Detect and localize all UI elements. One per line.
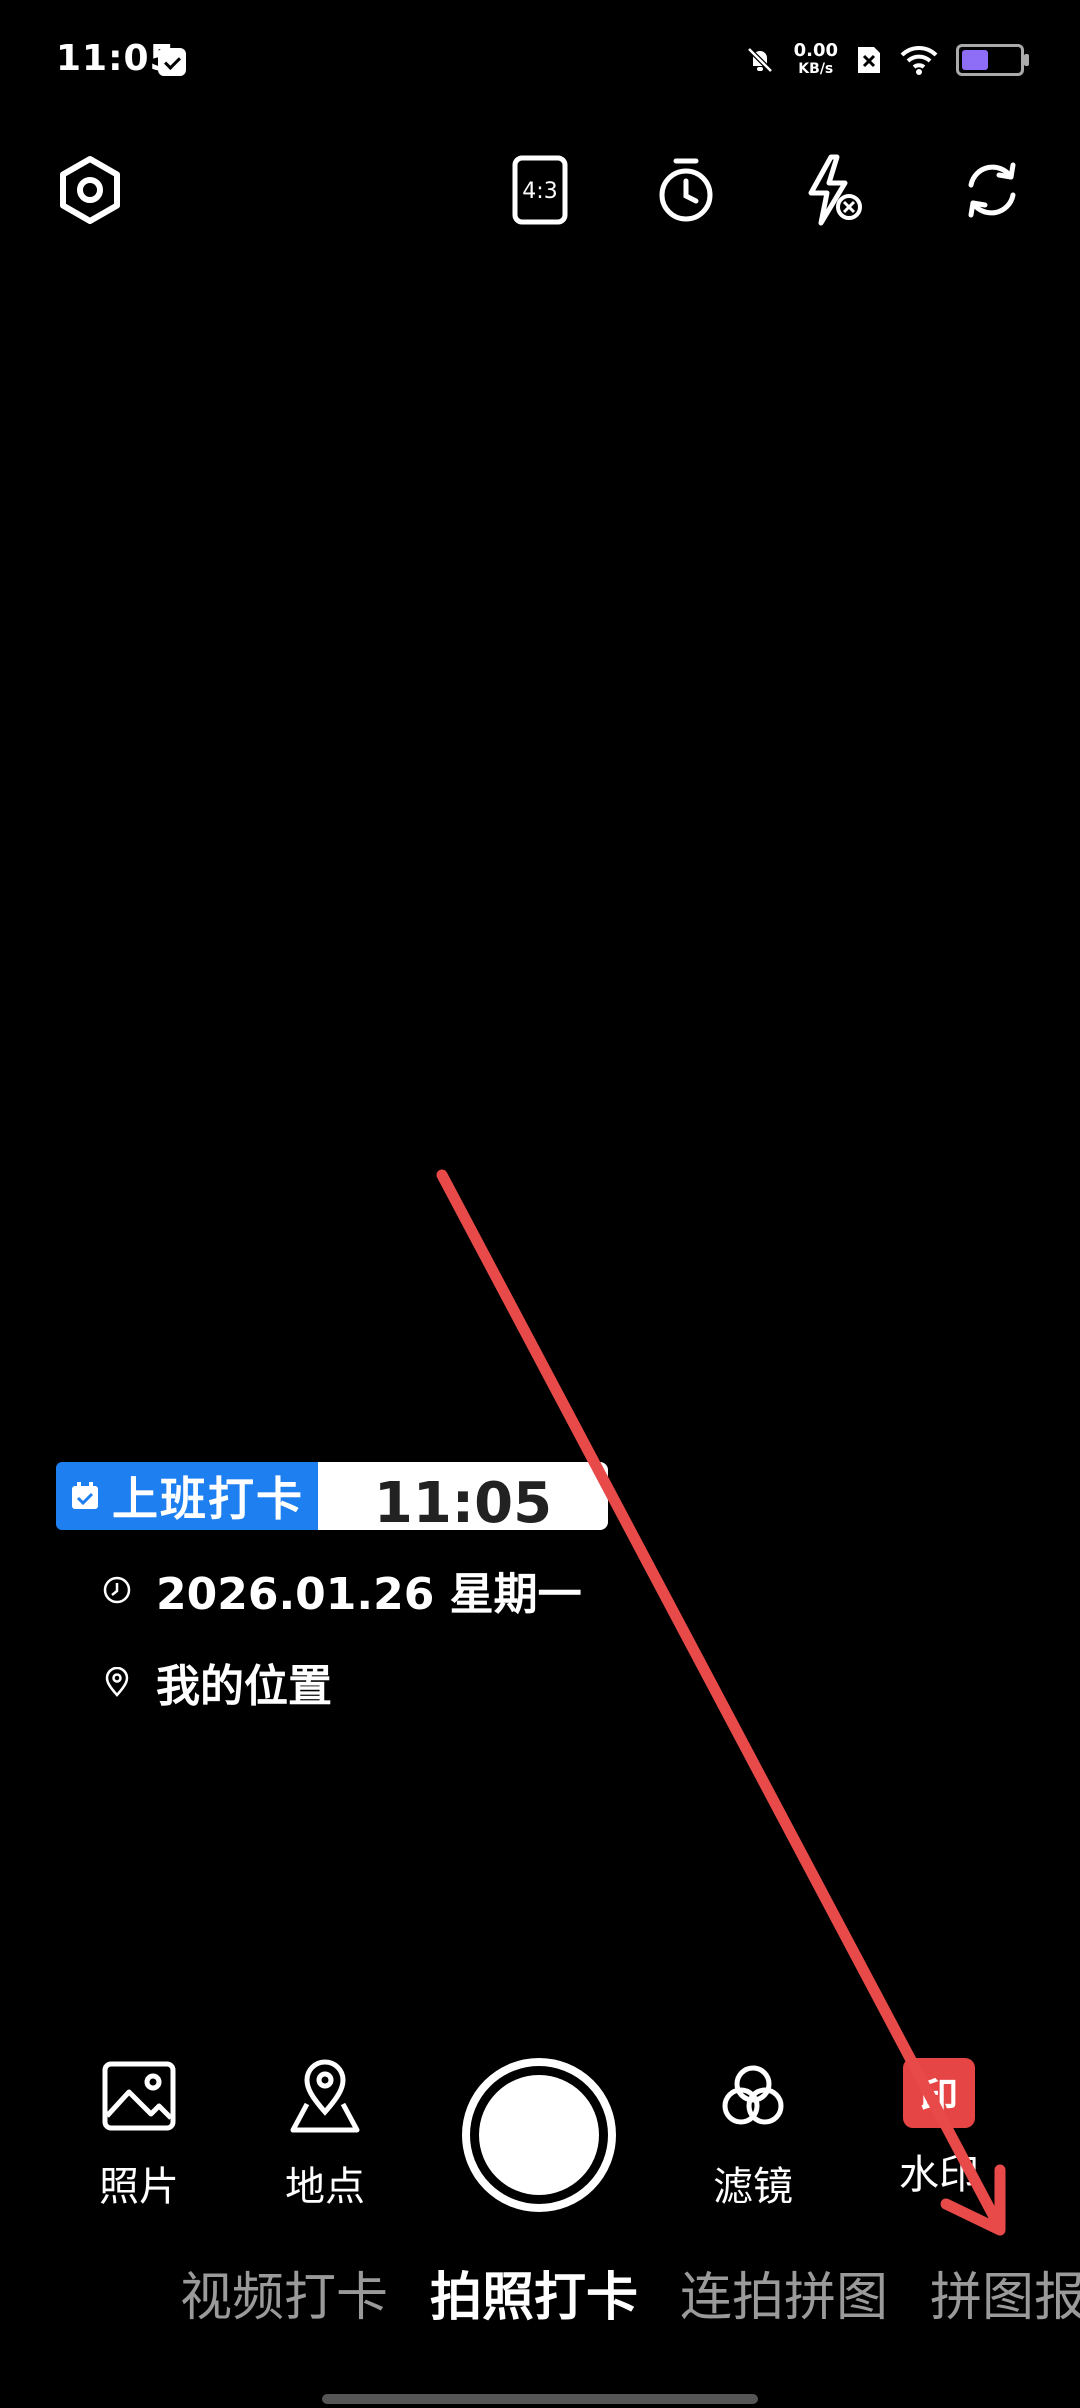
top-toolbar: 4:3 xyxy=(0,140,1080,240)
photo-album-button[interactable]: 照片 xyxy=(64,2050,214,2212)
aspect-ratio-label: 4:3 xyxy=(522,179,557,204)
battery-icon xyxy=(956,44,1029,76)
watermark-label: 水印 xyxy=(899,2152,979,2198)
location-pin-icon xyxy=(105,1667,129,1697)
home-indicator[interactable] xyxy=(322,2394,758,2404)
annotation-arrow-icon xyxy=(436,1169,1006,2236)
status-indicators: 0.00 KB/s xyxy=(744,40,1029,80)
watermark-overlay[interactable]: 上班打卡 11:05 2026.01.26 星期一 我的位置 xyxy=(56,1462,608,1714)
hexagon-settings-icon xyxy=(60,156,120,224)
location-button[interactable]: 地点 xyxy=(250,2050,400,2212)
watermark-date-row: 2026.01.26 星期一 xyxy=(102,1558,608,1622)
wifi-icon xyxy=(900,45,938,75)
filter-circles-icon xyxy=(722,2065,784,2125)
network-speed-value: 0.00 xyxy=(793,40,838,61)
mode-tab-collage-report[interactable]: 拼图报 xyxy=(930,2255,1080,2330)
filter-button[interactable]: 滤镜 xyxy=(678,2050,828,2212)
shutter-button[interactable] xyxy=(462,2058,616,2212)
watermark-location: 我的位置 xyxy=(156,1661,332,1712)
watermark-header: 上班打卡 11:05 xyxy=(56,1462,608,1536)
watermark-location-row: 我的位置 xyxy=(102,1650,608,1714)
watermark-badge-icon: 印 xyxy=(903,2058,975,2128)
watermark-time: 11:05 xyxy=(318,1462,608,1536)
aspect-ratio-button[interactable]: 4:3 xyxy=(490,140,590,240)
watermark-button[interactable]: 印 水印 xyxy=(864,2050,1014,2200)
clock-icon xyxy=(103,1576,131,1604)
location-label: 地点 xyxy=(285,2164,365,2210)
shutter-inner xyxy=(479,2075,599,2195)
flash-button[interactable] xyxy=(784,140,884,240)
mute-bell-icon xyxy=(746,47,773,73)
watermark-tag-label: 上班打卡 xyxy=(112,1472,304,1526)
mode-tabs: 视频打卡 拍照打卡 连拍拼图 拼图报 xyxy=(180,2255,1080,2330)
timer-icon xyxy=(659,158,713,222)
flash-off-icon xyxy=(808,154,862,226)
network-speed: 0.00 KB/s xyxy=(794,42,838,78)
settings-button[interactable] xyxy=(40,140,140,240)
no-sim-icon xyxy=(858,47,880,73)
image-gallery-icon xyxy=(102,2061,176,2131)
network-speed-unit: KB/s xyxy=(798,61,834,77)
aspect-ratio-icon: 4:3 xyxy=(512,155,568,225)
mode-tab-photo-checkin[interactable]: 拍照打卡 xyxy=(430,2255,638,2330)
switch-camera-button[interactable] xyxy=(942,140,1042,240)
status-bar: 11:05 0.00 KB/s xyxy=(0,0,1080,120)
mode-tab-video-checkin[interactable]: 视频打卡 xyxy=(180,2255,388,2330)
photo-album-label: 照片 xyxy=(99,2164,179,2210)
map-pin-icon xyxy=(290,2059,360,2133)
watermark-tag: 上班打卡 xyxy=(56,1462,318,1530)
watermark-date: 2026.01.26 星期一 xyxy=(156,1569,582,1620)
timer-button[interactable] xyxy=(636,140,736,240)
message-notification-icon xyxy=(158,48,186,76)
mode-tab-burst-collage[interactable]: 连拍拼图 xyxy=(680,2255,888,2330)
calendar-check-icon xyxy=(72,1482,98,1509)
switch-camera-icon xyxy=(968,162,1016,218)
filter-label: 滤镜 xyxy=(713,2164,793,2210)
